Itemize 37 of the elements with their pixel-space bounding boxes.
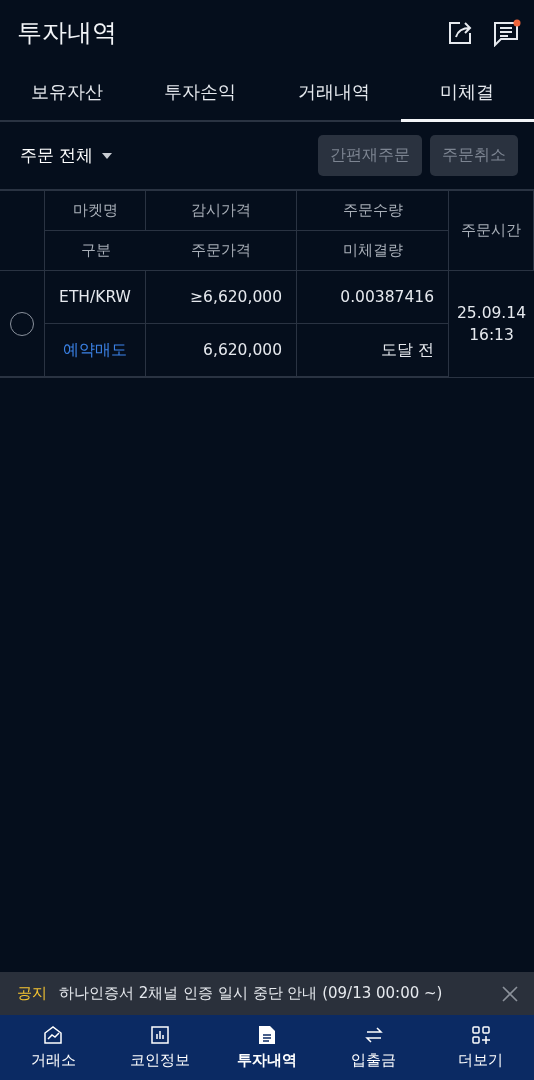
tab[interactable]: 미체결 — [400, 65, 534, 122]
tab[interactable]: 거래내역 — [267, 65, 401, 122]
nav-item[interactable]: 입출금 — [320, 1015, 428, 1080]
bar-chart-icon — [150, 1025, 171, 1045]
chart-house-icon — [43, 1025, 64, 1045]
table-cell: 예약매도 — [63, 339, 127, 361]
grid-plus-icon — [470, 1025, 491, 1045]
table-cell: ETH/KRW — [59, 288, 131, 306]
message-icon[interactable] — [492, 18, 522, 47]
table-cell-text: 25.09.14 — [457, 303, 526, 324]
page-title: 투자내역 — [17, 17, 117, 49]
caret-icon — [101, 151, 114, 160]
order-filter-dropdown[interactable]: 주문 전체 — [20, 144, 114, 167]
column-header: 구분 — [80, 241, 111, 260]
table-cell: ≥6,620,000 — [190, 288, 282, 306]
column-header: 미체결량 — [342, 241, 403, 260]
notice-bar[interactable]: 공지 하나인증서 2채널 인증 일시 중단 안내 (09/13 00:00 ~) — [0, 972, 534, 1015]
close-icon[interactable] — [502, 985, 518, 1002]
nav-item[interactable]: 더보기 — [427, 1015, 534, 1080]
table-cell: 0.00387416 — [340, 288, 434, 306]
column-header: 주문수량 — [342, 201, 403, 220]
notice-text: 하나인증서 2채널 인증 일시 중단 안내 (09/13 00:00 ~) — [59, 984, 444, 1003]
table-cell-text: 16:13 — [469, 325, 514, 346]
column-header: 주문시간 — [461, 221, 521, 240]
nav-item[interactable]: 거래소 — [0, 1015, 107, 1080]
tab[interactable]: 보유자산 — [0, 65, 134, 122]
tab[interactable]: 투자손익 — [133, 65, 267, 122]
transfer-icon — [363, 1025, 384, 1045]
table-cell: 도달 전 — [381, 339, 434, 361]
document-icon — [258, 1025, 276, 1045]
column-header: 주문가격 — [191, 241, 251, 260]
column-header: 감시가격 — [191, 201, 251, 220]
table-cell: 6,620,000 — [203, 341, 282, 359]
column-header: 마켓명 — [72, 201, 118, 220]
nav-item[interactable]: 투자내역 — [213, 1015, 321, 1080]
nav-item[interactable]: 코인정보 — [106, 1015, 214, 1080]
notice-label: 공지 — [17, 984, 47, 1003]
